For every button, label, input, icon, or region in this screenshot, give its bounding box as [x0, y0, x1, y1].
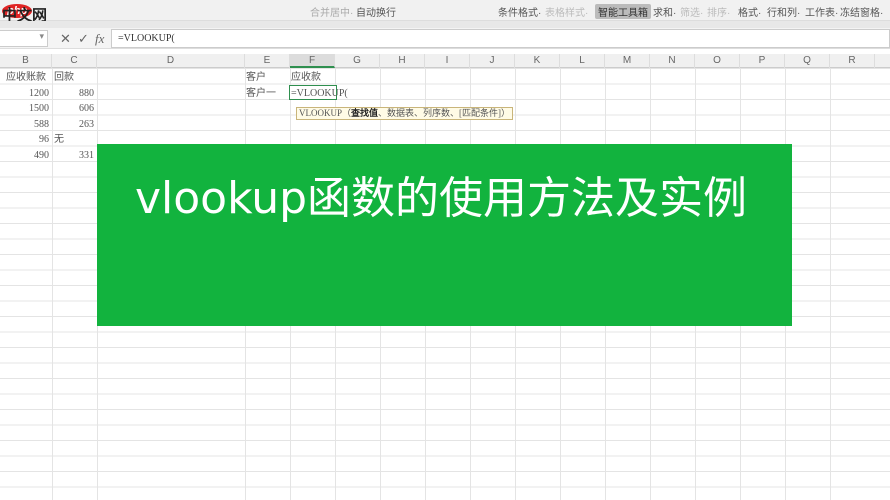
- ribbon-separator: [0, 21, 890, 28]
- banner-title: vlookup函数的使用方法及实例: [135, 173, 748, 224]
- conditional-format-button[interactable]: 条件格式·: [498, 4, 541, 19]
- cell-f1[interactable]: 应收款: [291, 70, 321, 85]
- sum-button[interactable]: 求和·: [653, 4, 676, 19]
- cell-b5[interactable]: 96: [0, 132, 49, 147]
- table-style-button[interactable]: 表格样式·: [545, 4, 588, 19]
- formula-bar: ▾ ✕ ✓ fx =VLOOKUP(: [0, 28, 890, 49]
- column-header-k[interactable]: K: [515, 54, 560, 68]
- cell-b1[interactable]: 应收账款: [6, 70, 46, 85]
- cell-c2[interactable]: 880: [52, 86, 94, 101]
- column-header-d[interactable]: D: [97, 54, 245, 68]
- cancel-icon[interactable]: ✕: [60, 31, 71, 47]
- column-header-g[interactable]: G: [335, 54, 380, 68]
- format-button[interactable]: 格式·: [738, 4, 761, 19]
- column-header-l[interactable]: L: [560, 54, 605, 68]
- cell-b2[interactable]: 1200: [0, 86, 49, 101]
- wrap-text-button[interactable]: 自动换行: [356, 4, 396, 19]
- cell-c6[interactable]: 331: [52, 148, 94, 163]
- freeze-panes-button[interactable]: 冻结窗格·: [840, 4, 883, 19]
- sort-button[interactable]: 排序·: [707, 4, 730, 19]
- worksheet-button[interactable]: 工作表·: [805, 4, 838, 19]
- tooltip-function: VLOOKUP: [299, 108, 343, 118]
- tooltip-args-rest: 、数据表、列序数、[匹配条件]）: [378, 108, 511, 118]
- row-col-button[interactable]: 行和列·: [767, 4, 800, 19]
- cell-c4[interactable]: 263: [52, 117, 94, 132]
- cell-b6[interactable]: 490: [0, 148, 49, 163]
- merge-center-button[interactable]: 合并居中·: [310, 4, 353, 19]
- cell-e1[interactable]: 客户: [246, 70, 266, 85]
- column-gridline: [52, 68, 53, 500]
- column-header-h[interactable]: H: [380, 54, 425, 68]
- tooltip-open: （: [342, 108, 352, 118]
- column-header-p[interactable]: P: [740, 54, 785, 68]
- column-header-r[interactable]: R: [830, 54, 875, 68]
- smart-toolbox-button[interactable]: 智能工具箱: [595, 4, 651, 19]
- column-header-c[interactable]: C: [52, 54, 97, 68]
- column-header-e[interactable]: E: [245, 54, 290, 68]
- column-header-q[interactable]: Q: [785, 54, 830, 68]
- confirm-icon[interactable]: ✓: [78, 31, 89, 47]
- column-header-j[interactable]: J: [470, 54, 515, 68]
- column-gridline: [830, 68, 831, 500]
- column-header-b[interactable]: B: [0, 54, 52, 68]
- column-header-o[interactable]: O: [695, 54, 740, 68]
- column-header-n[interactable]: N: [650, 54, 695, 68]
- cell-b3[interactable]: 1500: [0, 101, 49, 116]
- cell-b4[interactable]: 588: [0, 117, 49, 132]
- tooltip-arg-lookup-value: 查找值: [351, 108, 379, 118]
- ribbon-toolbar: php 中文网 合并居中· 自动换行 条件格式· 表格样式· 智能工具箱 求和· …: [0, 0, 890, 24]
- cell-c5[interactable]: 无: [54, 132, 64, 147]
- fx-icon[interactable]: fx: [95, 31, 104, 47]
- title-banner: vlookup函数的使用方法及实例: [97, 144, 792, 326]
- function-tooltip: VLOOKUP（查找值、数据表、列序数、[匹配条件]）: [296, 107, 514, 120]
- cell-f2-active[interactable]: =VLOOKUP(: [289, 85, 348, 100]
- column-header-i[interactable]: I: [425, 54, 470, 68]
- column-header-f[interactable]: F: [290, 54, 335, 68]
- cell-c1[interactable]: 回款: [54, 70, 74, 85]
- cell-e2[interactable]: 客户一: [246, 86, 276, 101]
- cell-c3[interactable]: 606: [52, 101, 94, 116]
- column-headers: BCDEFGHIJKLMNOPQR: [0, 54, 890, 68]
- filter-button[interactable]: 筛选·: [680, 4, 703, 19]
- column-header-m[interactable]: M: [605, 54, 650, 68]
- name-box[interactable]: ▾: [0, 30, 48, 47]
- formula-input[interactable]: =VLOOKUP(: [111, 29, 890, 48]
